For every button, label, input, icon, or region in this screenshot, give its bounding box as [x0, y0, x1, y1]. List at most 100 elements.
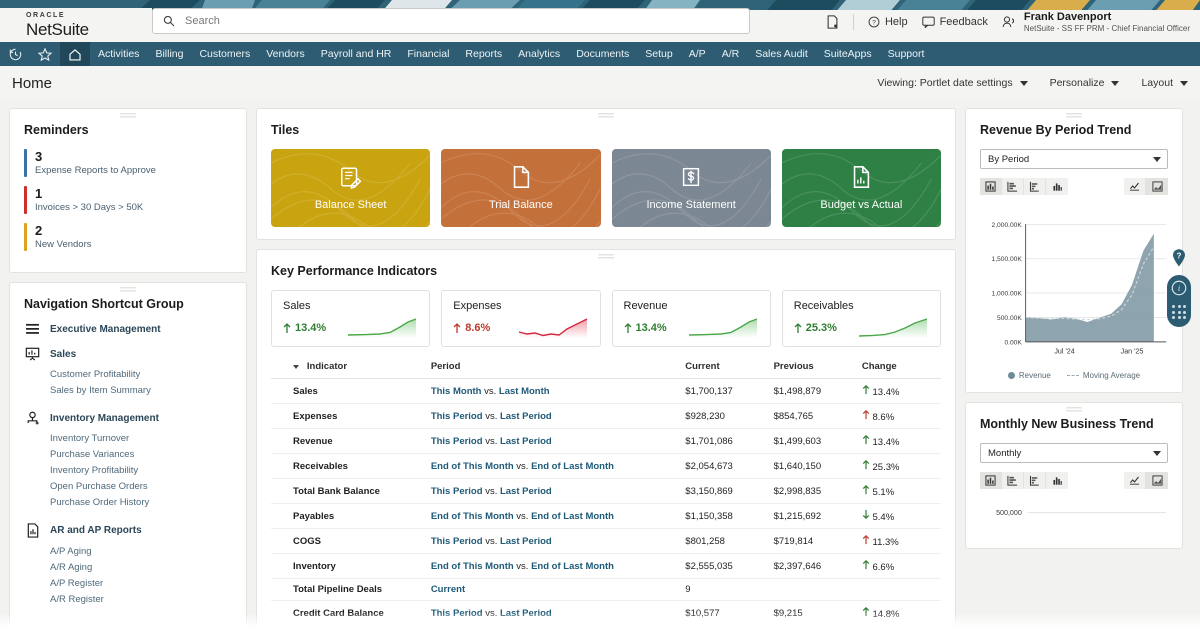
layout-dropdown[interactable]: Layout	[1141, 77, 1188, 89]
column-header-current[interactable]: Current	[681, 357, 769, 379]
grid-dots-icon[interactable]	[1172, 305, 1186, 319]
portlet-drag-handle[interactable]	[120, 287, 136, 292]
cell-period[interactable]: This Period vs. Last Period	[427, 479, 681, 504]
shortcut-group-header[interactable]: AR and AP Reports	[24, 523, 232, 538]
shortcut-link-purchase-variances[interactable]: Purchase Variances	[50, 447, 232, 463]
column-header-indicator[interactable]: Indicator	[271, 357, 427, 379]
shortcut-group-header[interactable]: Inventory Management	[24, 411, 232, 425]
legend-item-moving-average[interactable]: Moving Average	[1067, 371, 1140, 380]
nav-item-activities[interactable]: Activities	[90, 42, 147, 66]
portlet-drag-handle[interactable]	[1066, 407, 1082, 412]
reminder-item[interactable]: 1 Invoices > 30 Days > 50K	[24, 186, 232, 214]
shortcut-link-ap-aging[interactable]: A/P Aging	[50, 544, 232, 560]
reminder-item[interactable]: 2 New Vendors	[24, 223, 232, 251]
feedback-button[interactable]: Feedback	[922, 16, 988, 28]
portlet-drag-handle[interactable]	[120, 113, 136, 118]
cell-period[interactable]: This Period vs. Last Period	[427, 404, 681, 429]
help-pin-icon[interactable]: ?	[1171, 248, 1187, 273]
cell-period[interactable]: This Period vs. Last Period	[427, 529, 681, 554]
column-chart-icon[interactable]	[1046, 472, 1068, 489]
nav-item-support[interactable]: Support	[880, 42, 933, 66]
shortcut-link-ap-register[interactable]: A/P Register	[50, 576, 232, 592]
shortcut-link-inventory-profitability[interactable]: Inventory Profitability	[50, 463, 232, 479]
table-row[interactable]: Sales This Month vs. Last Month $1,700,1…	[271, 379, 941, 404]
reminder-item[interactable]: 3 Expense Reports to Approve	[24, 149, 232, 177]
line-chart-icon[interactable]	[1124, 178, 1146, 195]
revenue-period-select[interactable]: By Period	[980, 149, 1168, 169]
kpi-card-revenue[interactable]: Revenue 13.4%	[612, 290, 771, 347]
nav-item-customers[interactable]: Customers	[191, 42, 258, 66]
shortcut-link-customer-profitability[interactable]: Customer Profitability	[50, 367, 232, 383]
table-row[interactable]: Payables End of This Month vs. End of La…	[271, 504, 941, 529]
stacked-bar-icon[interactable]	[1002, 178, 1024, 195]
bar-chart-icon[interactable]	[980, 178, 1002, 195]
nav-item-payroll-hr[interactable]: Payroll and HR	[313, 42, 400, 66]
kpi-card-sales[interactable]: Sales 13.4%	[271, 290, 430, 347]
table-row[interactable]: Total Pipeline Deals Current 9	[271, 579, 941, 601]
nav-item-suiteapps[interactable]: SuiteApps	[816, 42, 880, 66]
oracle-netsuite-logo[interactable]: ORACLE NetSuite	[0, 8, 152, 42]
cell-period[interactable]: Current	[427, 579, 681, 601]
horizontal-bar-icon[interactable]	[1024, 178, 1046, 195]
recent-history-button[interactable]	[0, 42, 30, 66]
nav-item-setup[interactable]: Setup	[637, 42, 680, 66]
table-row[interactable]: Credit Card Balance This Period vs. Last…	[271, 601, 941, 626]
business-period-select[interactable]: Monthly	[980, 443, 1168, 463]
kpi-card-receivables[interactable]: Receivables 25.3%	[782, 290, 941, 347]
portlet-drag-handle[interactable]	[1066, 113, 1082, 118]
shortcut-link-sales-by-item-summary[interactable]: Sales by Item Summary	[50, 383, 232, 399]
shortcut-group-header[interactable]: Sales	[24, 347, 232, 361]
help-widget-body[interactable]: i	[1167, 275, 1191, 327]
table-row[interactable]: Total Bank Balance This Period vs. Last …	[271, 479, 941, 504]
nav-item-vendors[interactable]: Vendors	[258, 42, 313, 66]
column-header-previous[interactable]: Previous	[770, 357, 858, 379]
note-page-icon[interactable]	[826, 15, 839, 29]
nav-item-billing[interactable]: Billing	[147, 42, 191, 66]
nav-item-sales-audit[interactable]: Sales Audit	[747, 42, 816, 66]
shortcut-link-ar-register[interactable]: A/R Register	[50, 592, 232, 608]
cell-period[interactable]: This Period vs. Last Period	[427, 601, 681, 626]
home-button[interactable]	[60, 42, 90, 66]
user-menu[interactable]: Frank Davenport NetSuite - SS FF PRM - C…	[1002, 11, 1190, 34]
global-search[interactable]: Search	[152, 8, 750, 34]
viewing-portlet-date-settings-dropdown[interactable]: Viewing: Portlet date settings	[877, 77, 1027, 89]
area-chart-icon[interactable]	[1146, 178, 1168, 195]
column-header-change[interactable]: Change	[858, 357, 941, 379]
nav-item-ar[interactable]: A/R	[714, 42, 748, 66]
area-chart-icon[interactable]	[1146, 472, 1168, 489]
shortcut-link-ar-aging[interactable]: A/R Aging	[50, 560, 232, 576]
bar-chart-icon[interactable]	[980, 472, 1002, 489]
tile-trial-balance[interactable]: Trial Balance	[441, 149, 600, 227]
shortcut-group-header[interactable]: Executive Management	[24, 323, 232, 335]
portlet-drag-handle[interactable]	[598, 113, 614, 118]
tile-income-statement[interactable]: Income Statement	[612, 149, 771, 227]
favorites-button[interactable]	[30, 42, 60, 66]
tile-balance-sheet[interactable]: Balance Sheet	[271, 149, 430, 227]
cell-period[interactable]: This Month vs. Last Month	[427, 379, 681, 404]
stacked-bar-icon[interactable]	[1002, 472, 1024, 489]
shortcut-link-purchase-order-history[interactable]: Purchase Order History	[50, 495, 232, 511]
column-header-period[interactable]: Period	[427, 357, 681, 379]
cell-period[interactable]: End of This Month vs. End of Last Month	[427, 554, 681, 579]
shortcut-link-inventory-turnover[interactable]: Inventory Turnover	[50, 431, 232, 447]
nav-item-documents[interactable]: Documents	[568, 42, 637, 66]
table-row[interactable]: COGS This Period vs. Last Period $801,25…	[271, 529, 941, 554]
line-chart-icon[interactable]	[1124, 472, 1146, 489]
table-row[interactable]: Expenses This Period vs. Last Period $92…	[271, 404, 941, 429]
column-chart-icon[interactable]	[1046, 178, 1068, 195]
portlet-drag-handle[interactable]	[598, 254, 614, 259]
nav-item-reports[interactable]: Reports	[457, 42, 510, 66]
table-row[interactable]: Receivables End of This Month vs. End of…	[271, 454, 941, 479]
cell-period[interactable]: This Period vs. Last Period	[427, 429, 681, 454]
table-row[interactable]: Revenue This Period vs. Last Period $1,7…	[271, 429, 941, 454]
tile-budget-vs-actual[interactable]: Budget vs Actual	[782, 149, 941, 227]
horizontal-bar-icon[interactable]	[1024, 472, 1046, 489]
shortcut-link-open-purchase-orders[interactable]: Open Purchase Orders	[50, 479, 232, 495]
info-circle-icon[interactable]: i	[1171, 280, 1187, 301]
cell-period[interactable]: End of This Month vs. End of Last Month	[427, 504, 681, 529]
nav-item-ap[interactable]: A/P	[681, 42, 714, 66]
cell-period[interactable]: End of This Month vs. End of Last Month	[427, 454, 681, 479]
sort-caret-icon[interactable]	[293, 365, 299, 369]
nav-item-financial[interactable]: Financial	[399, 42, 457, 66]
nav-item-analytics[interactable]: Analytics	[510, 42, 568, 66]
